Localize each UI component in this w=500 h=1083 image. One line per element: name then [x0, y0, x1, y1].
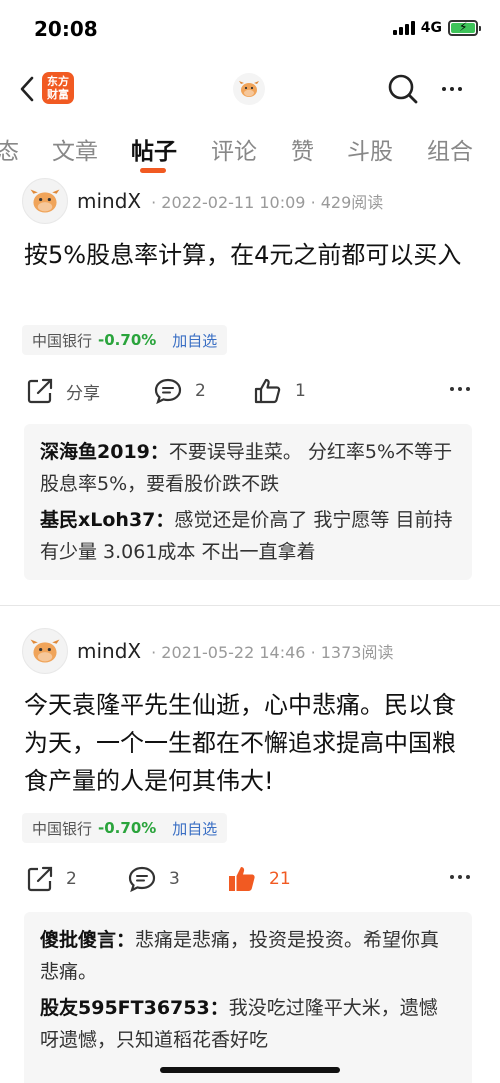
- post-text[interactable]: 按5%股息率计算，在4元之前都可以买入: [24, 236, 476, 274]
- share-count: 2: [66, 869, 77, 889]
- profile-tabs: 态 文章 帖子 评论 赞 斗股 组合: [0, 128, 500, 173]
- network-type: 4G: [420, 20, 442, 36]
- nav-bar: 东方 财富: [0, 60, 500, 118]
- author-name[interactable]: mindX: [77, 189, 141, 213]
- post-more-button[interactable]: [450, 875, 470, 879]
- post-item[interactable]: mindX · 2022-02-11 10:09 · 429阅读 按5%股息率计…: [0, 178, 500, 598]
- post-header: mindX · 2021-05-22 14:46 · 1373阅读: [22, 628, 393, 674]
- thumbs-up-filled-icon: [229, 867, 255, 891]
- add-watchlist-button[interactable]: 加自选: [172, 330, 217, 351]
- add-watchlist-button[interactable]: 加自选: [172, 818, 217, 839]
- app-logo: 东方 财富: [42, 72, 74, 104]
- search-icon: [388, 74, 418, 104]
- post-meta: · 2022-02-11 10:09 · 429阅读: [151, 193, 384, 212]
- comment-preview[interactable]: 深海鱼2019：不要误导韭菜。 分红率5%不等于股息率5%，要看股价跌不跌 基民…: [24, 424, 472, 580]
- comment-item: 基民xLoh37：感觉还是价高了 我宁愿等 目前持有少量 3.061成本 不出一…: [40, 504, 456, 568]
- stock-name: 中国银行: [32, 819, 93, 838]
- stock-change: -0.70%: [98, 819, 157, 837]
- tab-articles[interactable]: 文章: [52, 132, 98, 166]
- comment-user[interactable]: 基民xLoh37：: [40, 509, 174, 531]
- chevron-left-icon: [20, 76, 34, 102]
- status-time: 20:08: [34, 17, 98, 41]
- post-actions: 2 3 21: [0, 859, 500, 899]
- comment-preview[interactable]: 傻批傻言：悲痛是悲痛，投资是投资。希望你真悲痛。 股友595FT36753：我没…: [24, 912, 472, 1083]
- battery-icon: ⚡: [448, 20, 481, 36]
- comment-button[interactable]: 2: [153, 371, 206, 411]
- more-menu-button[interactable]: [436, 74, 468, 104]
- stock-tag[interactable]: 中国银行 -0.70% 加自选: [22, 325, 228, 355]
- post-text[interactable]: 今天袁隆平先生仙逝，心中悲痛。民以食为天，一个一生都在不懈追求提高中国粮食产量的…: [24, 686, 476, 800]
- comment-count: 3: [169, 869, 180, 889]
- tab-likes[interactable]: 赞: [291, 132, 314, 166]
- avatar[interactable]: [22, 178, 68, 224]
- like-button[interactable]: 1: [253, 371, 306, 411]
- signal-icon: [392, 21, 415, 35]
- avatar[interactable]: [22, 628, 68, 674]
- post-item[interactable]: mindX · 2021-05-22 14:46 · 1373阅读 今天袁隆平先…: [0, 628, 500, 1083]
- post-header: mindX · 2022-02-11 10:09 · 429阅读: [22, 178, 383, 224]
- stock-name: 中国银行: [32, 331, 93, 350]
- like-count: 1: [295, 381, 306, 401]
- tab-posts[interactable]: 帖子: [131, 132, 177, 166]
- tab-dynamic[interactable]: 态: [0, 132, 19, 166]
- tab-stock-battle[interactable]: 斗股: [347, 132, 393, 166]
- stock-tag[interactable]: 中国银行 -0.70% 加自选: [22, 813, 228, 843]
- comment-item: 股友595FT36753：我没吃过隆平大米，遗憾呀遗憾，只知道稻花香好吃: [40, 992, 456, 1056]
- comment-user[interactable]: 傻批傻言：: [40, 929, 135, 951]
- like-count: 21: [269, 869, 291, 889]
- comment-user[interactable]: 股友595FT36753：: [40, 997, 229, 1019]
- ox-mascot-icon: [30, 189, 60, 213]
- comment-count: 2: [195, 381, 206, 401]
- author-name[interactable]: mindX: [77, 639, 141, 663]
- comment-item: 深海鱼2019：不要误导韭菜。 分红率5%不等于股息率5%，要看股价跌不跌: [40, 436, 456, 500]
- comment-user[interactable]: 深海鱼2019：: [40, 441, 169, 463]
- back-button[interactable]: [12, 72, 42, 106]
- share-icon: [27, 378, 53, 404]
- post-more-button[interactable]: [450, 387, 470, 391]
- ox-mascot-icon: [239, 81, 259, 97]
- divider: [0, 605, 500, 606]
- search-button[interactable]: [386, 72, 420, 106]
- status-indicators: 4G ⚡: [392, 20, 481, 36]
- ox-mascot-icon: [30, 639, 60, 663]
- like-button[interactable]: 21: [227, 859, 291, 899]
- tab-portfolio[interactable]: 组合: [427, 132, 473, 166]
- thumbs-up-icon: [254, 378, 281, 404]
- comment-button[interactable]: 3: [127, 859, 180, 899]
- post-meta: · 2021-05-22 14:46 · 1373阅读: [151, 643, 394, 662]
- share-button[interactable]: 分享: [26, 371, 100, 411]
- comment-icon: [154, 378, 182, 405]
- post-actions: 分享 2 1: [0, 371, 500, 411]
- share-icon: [27, 866, 53, 892]
- status-bar: 20:08 4G ⚡: [0, 0, 500, 58]
- stock-change: -0.70%: [98, 331, 157, 349]
- comment-item: 傻批傻言：悲痛是悲痛，投资是投资。希望你真悲痛。: [40, 924, 456, 988]
- share-button[interactable]: 2: [26, 859, 77, 899]
- comment-icon: [128, 866, 156, 893]
- home-indicator: [160, 1067, 340, 1073]
- active-tab-indicator: [140, 168, 166, 173]
- share-label: 分享: [66, 383, 100, 404]
- tab-comments[interactable]: 评论: [211, 132, 257, 166]
- user-avatar[interactable]: [233, 73, 265, 105]
